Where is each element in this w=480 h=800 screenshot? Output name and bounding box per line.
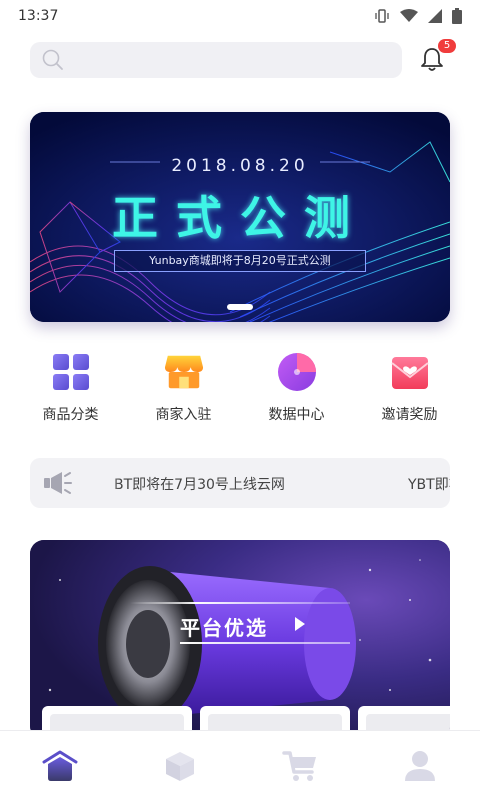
vibrate-icon — [375, 9, 389, 23]
banner-carousel[interactable]: 2018.08.20 正式公测 Yunbay商城即将于8月20号正式公测 — [30, 112, 450, 322]
notification-button[interactable]: 5 — [416, 39, 456, 76]
search-icon — [42, 49, 63, 70]
banner-title: 正式公测 — [112, 191, 368, 245]
status-icons — [374, 8, 462, 24]
promo-banner[interactable]: 平台优选 — [30, 540, 450, 740]
announcement-bar[interactable]: BT即将在7月30号上线云网 YBT即将在 — [30, 458, 450, 508]
cube-icon — [166, 751, 194, 781]
bottom-tab-bar — [0, 730, 480, 800]
announcement-text[interactable]: YBT即将在 — [408, 474, 450, 494]
tab-cart[interactable] — [270, 741, 330, 791]
status-bar: 13:37 — [0, 0, 480, 32]
user-icon — [405, 750, 435, 781]
menu-item-categories[interactable]: 商品分类 — [14, 352, 127, 424]
quick-menu: 商品分类 商家入驻 数据中心 邀请奖励 — [14, 352, 466, 424]
tab-home[interactable] — [30, 741, 90, 791]
battery-icon — [452, 8, 462, 24]
tab-products[interactable] — [150, 741, 210, 791]
shop-icon — [164, 352, 204, 392]
carousel-indicator — [30, 304, 450, 310]
search-input[interactable] — [72, 42, 402, 78]
grid-icon — [51, 352, 91, 392]
announcement-fade — [100, 458, 120, 508]
status-time: 13:37 — [18, 8, 59, 24]
banner-subtitle: Yunbay商城即将于8月20号正式公测 — [114, 250, 366, 272]
menu-item-invite[interactable]: 邀请奖励 — [353, 352, 466, 424]
signal-icon — [428, 9, 442, 23]
envelope-heart-icon — [390, 352, 430, 392]
menu-item-data-center[interactable]: 数据中心 — [240, 352, 353, 424]
megaphone-icon — [44, 472, 72, 494]
banner-date: 2018.08.20 — [171, 156, 309, 176]
announcement-track: BT即将在7月30号上线云网 YBT即将在 — [114, 458, 450, 508]
search-bar[interactable] — [30, 42, 402, 78]
notification-badge: 5 — [438, 39, 456, 53]
menu-item-label: 商家入驻 — [155, 407, 212, 423]
menu-item-label: 数据中心 — [268, 407, 325, 423]
menu-item-merchant[interactable]: 商家入驻 — [127, 352, 240, 424]
promo-caption: 平台优选 — [180, 616, 268, 640]
pie-chart-icon — [277, 352, 317, 392]
play-icon — [295, 617, 305, 631]
menu-item-label: 邀请奖励 — [381, 407, 438, 423]
announcement-text[interactable]: BT即将在7月30号上线云网 — [114, 474, 285, 494]
home-icon — [42, 750, 78, 781]
menu-item-label: 商品分类 — [42, 407, 99, 423]
tab-profile[interactable] — [390, 741, 450, 791]
search-row: 5 — [30, 39, 456, 80]
carousel-dot-active[interactable] — [227, 304, 253, 310]
promo-line — [130, 602, 350, 604]
wifi-icon — [400, 9, 418, 22]
cart-icon — [282, 750, 316, 781]
promo-line — [180, 642, 350, 644]
